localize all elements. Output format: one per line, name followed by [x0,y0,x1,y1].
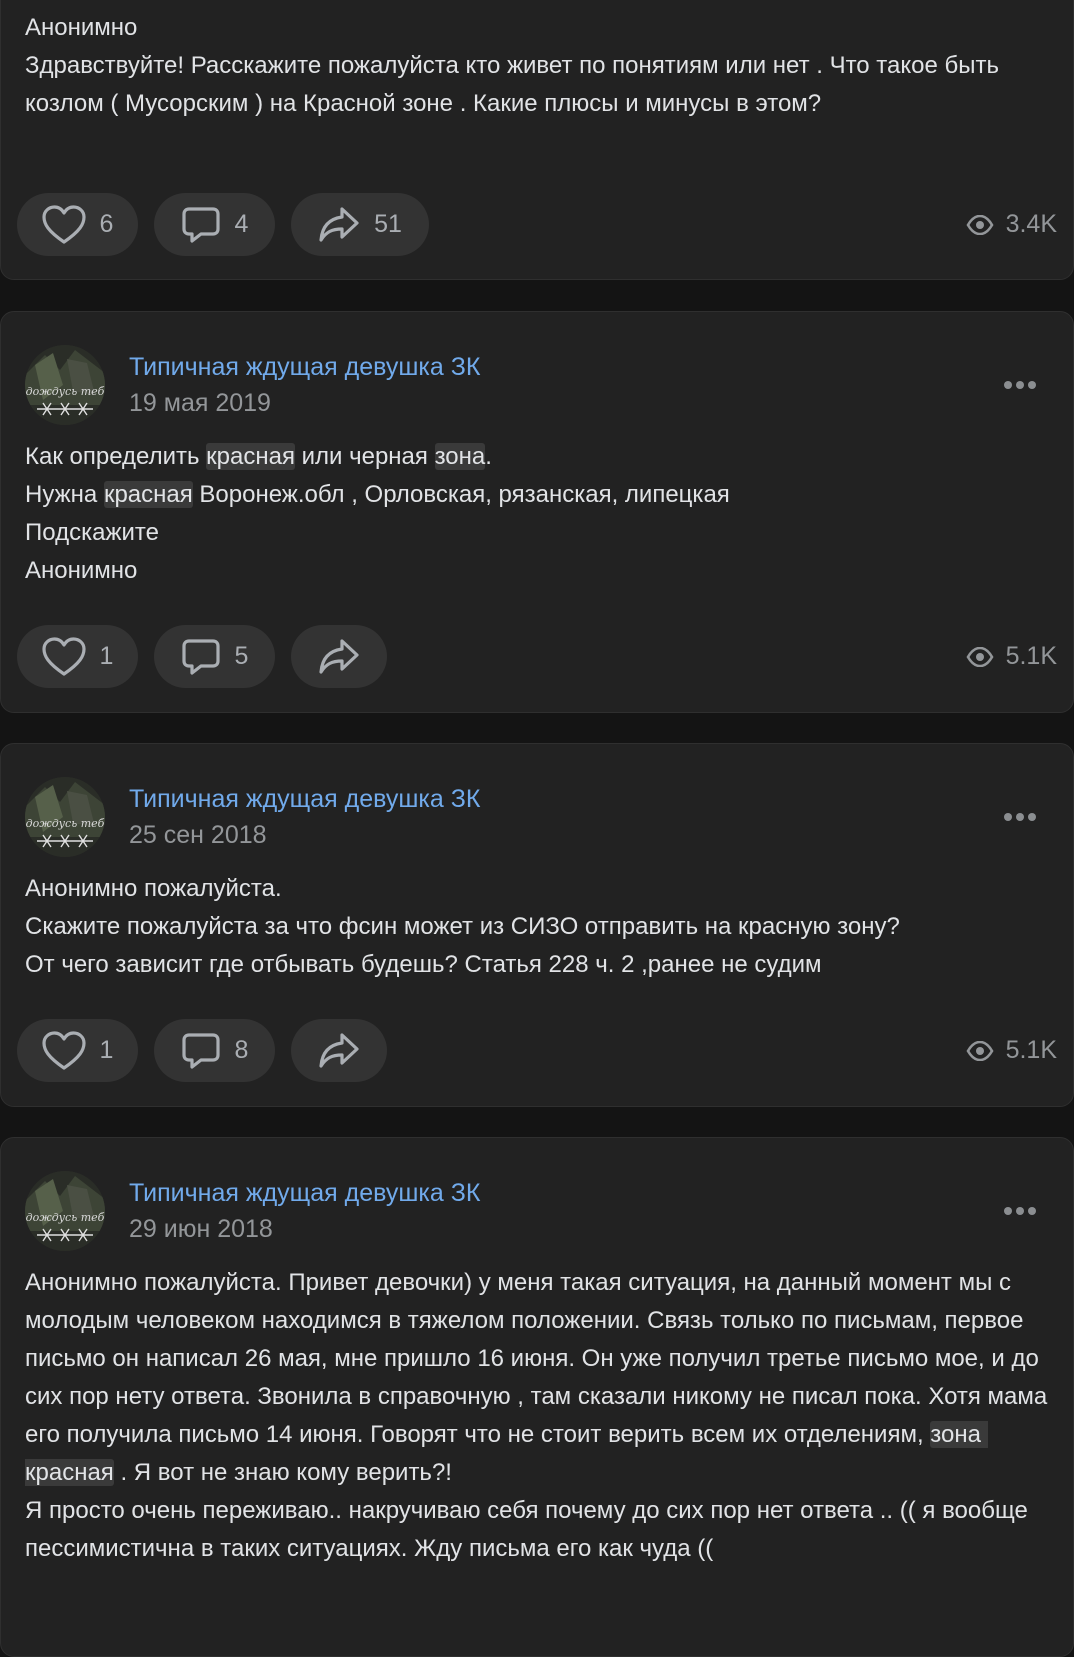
text-segment: или черная [294,443,435,470]
avatar-text: дождусь теб [26,1211,105,1224]
post-card: дождусь теб Типичная ждущая девушка ЗК 1… [0,311,1074,713]
comment-button[interactable]: 5 [154,625,275,688]
post-paragraph: От чего зависит где отбывать будешь? Ста… [25,946,1049,984]
text-segment: Подскажите [25,519,159,546]
share-button[interactable] [291,625,387,688]
avatar-text: дождусь теб [26,817,105,830]
comment-count: 4 [234,210,249,238]
post-card: дождусь теб Типичная ждущая девушка ЗК 2… [0,1137,1074,1657]
avatar-text: дождусь теб [26,385,105,398]
eye-icon [966,1040,994,1061]
author-name[interactable]: Типичная ждущая девушка ЗК [129,1179,480,1208]
text-segment: Скажите пожалуйста за что фсин может из … [25,913,900,940]
search-highlight: красная [103,481,193,508]
eye-icon [966,646,994,667]
post-paragraph: Нужна красная Воронеж.обл , Орловская, р… [25,476,1049,514]
comment-button[interactable]: 4 [154,193,275,256]
like-count: 6 [99,210,114,238]
views-count: 5.1K [1005,642,1057,670]
text-segment: Я просто очень переживаю.. накручиваю се… [25,1497,1035,1562]
text-segment: От чего зависит где отбывать будешь? Ста… [25,951,822,978]
post-paragraph: Анонимно [25,9,1049,47]
comment-icon [181,638,220,675]
share-icon [319,638,359,674]
post-actions: 1 5 5.1K [17,625,1057,688]
post-card: Анонимно Здравствуйте! Расскажите пожалуй… [0,0,1074,280]
like-count: 1 [99,642,114,670]
post-actions: 6 4 51 3.4K [17,193,1057,256]
avatar[interactable]: дождусь теб [25,1171,105,1251]
more-icon[interactable] [1003,1205,1037,1217]
post-paragraph: Скажите пожалуйста за что фсин может из … [25,908,1049,946]
share-icon [319,1032,359,1068]
views-count: 3.4K [1005,210,1057,238]
post-date[interactable]: 29 июн 2018 [129,1215,273,1244]
more-icon[interactable] [1003,379,1037,391]
comment-icon [181,206,220,243]
text-segment: Анонимно пожалуйста. Привет девочки) у м… [25,1269,1054,1448]
more-icon[interactable] [1003,811,1037,823]
post-actions: 1 8 5.1K [17,1019,1057,1082]
heart-icon [41,204,86,244]
like-button[interactable]: 6 [17,193,138,256]
text-segment: Анонимно [25,557,138,584]
text-segment: . Я вот не знаю кому верить?! [113,1459,452,1486]
avatar[interactable]: дождусь теб [25,345,105,425]
search-highlight: зона [434,443,486,470]
views-count: 5.1K [1005,1036,1057,1064]
post-date[interactable]: 25 сен 2018 [129,821,267,850]
author-name[interactable]: Типичная ждущая девушка ЗК [129,353,480,382]
post-date[interactable]: 19 мая 2019 [129,389,271,418]
like-count: 1 [99,1036,114,1064]
post-text: Анонимно пожалуйста. Скажите пожалуйста з… [25,870,1049,984]
views-counter: 5.1K [966,1019,1057,1082]
like-button[interactable]: 1 [17,625,138,688]
post-text: Анонимно пожалуйста. Привет девочки) у м… [25,1264,1049,1568]
views-counter: 3.4K [966,193,1057,256]
post-paragraph: Я просто очень переживаю.. накручиваю се… [25,1492,1049,1568]
text-segment: Анонимно пожалуйста. [25,875,282,902]
heart-icon [41,1030,86,1070]
post-paragraph: Подскажите [25,514,1049,552]
post-text: Как определить красная или черная зона. Н… [25,438,1049,590]
eye-icon [966,214,994,235]
share-icon [319,206,359,242]
post-paragraph: Анонимно пожалуйста. [25,870,1049,908]
avatar[interactable]: дождусь теб [25,777,105,857]
search-highlight: красная [206,443,295,470]
share-button[interactable] [291,1019,387,1082]
text-segment: Как определить [25,443,207,470]
comment-button[interactable]: 8 [154,1019,275,1082]
post-paragraph: Анонимно [25,552,1049,590]
text-segment: Нужна [25,481,104,508]
post-paragraph: Анонимно пожалуйста. Привет девочки) у м… [25,1264,1049,1492]
post-paragraph: Здравствуйте! Расскажите пожалуйста кто … [25,47,1049,123]
text-segment: Анонимно [25,14,138,41]
like-button[interactable]: 1 [17,1019,138,1082]
comment-count: 5 [234,642,249,670]
share-count: 51 [374,210,402,238]
share-button[interactable]: 51 [291,193,429,256]
text-segment: . [485,443,492,470]
post-text: Анонимно Здравствуйте! Расскажите пожалуй… [25,9,1049,123]
comment-icon [181,1032,220,1069]
text-segment: Здравствуйте! Расскажите пожалуйста кто … [25,52,1006,117]
author-name[interactable]: Типичная ждущая девушка ЗК [129,785,480,814]
text-segment: Воронеж.обл , Орловская, рязанская, липе… [192,481,730,508]
heart-icon [41,636,86,676]
views-counter: 5.1K [966,625,1057,688]
post-card: дождусь теб Типичная ждущая девушка ЗК 2… [0,743,1074,1107]
comment-count: 8 [234,1036,249,1064]
post-paragraph: Как определить красная или черная зона. [25,438,1049,476]
